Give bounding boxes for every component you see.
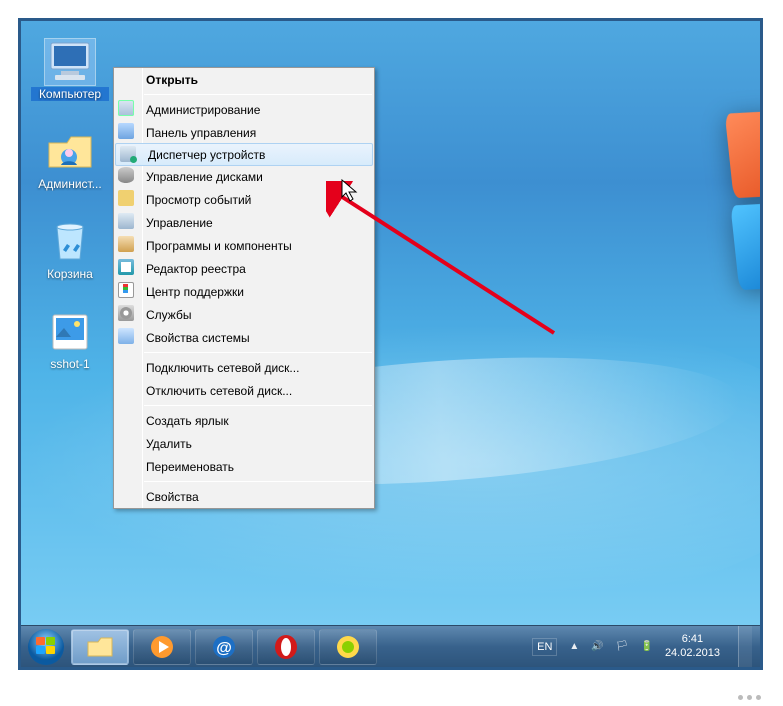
ctx-item-rename[interactable]: Переименовать	[114, 455, 374, 478]
desktop-icons: Компьютер Админист... Корзина sshot-1	[31, 39, 109, 371]
taskbar: @ EN ▲ 🔊 🏳 🔋 6:41 24.02.2013	[21, 625, 760, 667]
ctx-item-map-drive[interactable]: Подключить сетевой диск...	[114, 356, 374, 379]
menu-item-label: Управление дисками	[146, 170, 263, 184]
manage-icon	[118, 213, 136, 231]
gear-icon	[118, 305, 136, 323]
desktop-icon-sshot[interactable]: sshot-1	[31, 309, 109, 371]
ctx-item-action-center[interactable]: Центр поддержки	[114, 280, 374, 303]
menu-item-label: Диспетчер устройств	[148, 148, 265, 162]
taskbar-btn-wmplayer[interactable]	[133, 629, 191, 665]
volume-icon[interactable]: 🔊	[591, 641, 603, 652]
folder-user-icon	[45, 129, 95, 175]
menu-item-label: Отключить сетевой диск...	[146, 384, 292, 398]
menu-item-label: Переименовать	[146, 460, 234, 474]
separator	[144, 481, 372, 482]
menu-item-label: Удалить	[146, 437, 192, 451]
computer-icon	[45, 39, 95, 85]
context-menu: Открыть Администрирование Панель управле…	[113, 67, 375, 509]
recycle-bin-icon	[45, 219, 95, 265]
control-panel-icon	[118, 123, 136, 141]
desktop-icon-label: Корзина	[31, 267, 109, 281]
svg-text:@: @	[216, 640, 232, 657]
separator	[144, 94, 372, 95]
globe-icon	[335, 634, 361, 660]
ctx-item-services[interactable]: Службы	[114, 303, 374, 326]
system-tray: EN ▲ 🔊 🏳 🔋 6:41 24.02.2013	[532, 626, 760, 667]
taskbar-btn-mail[interactable]: @	[195, 629, 253, 665]
menu-item-label: Программы и компоненты	[146, 239, 292, 253]
menu-item-label: Просмотр событий	[146, 193, 251, 207]
menu-item-label: Панель управления	[146, 126, 256, 140]
desktop-wallpaper: Компьютер Админист... Корзина sshot-1 От…	[18, 18, 763, 670]
explorer-icon	[86, 635, 114, 659]
device-manager-icon	[120, 146, 138, 164]
opera-icon	[273, 634, 299, 660]
ctx-item-control-panel[interactable]: Панель управления	[114, 121, 374, 144]
ctx-item-manage[interactable]: Управление	[114, 211, 374, 234]
menu-item-label: Управление	[146, 216, 213, 230]
menu-item-label: Создать ярлык	[146, 414, 229, 428]
menu-item-label: Редактор реестра	[146, 262, 246, 276]
separator	[144, 352, 372, 353]
desktop-icon-computer[interactable]: Компьютер	[31, 39, 109, 101]
wmplayer-icon	[149, 634, 175, 660]
ctx-item-open[interactable]: Открыть	[114, 68, 374, 91]
separator	[144, 405, 372, 406]
mail-at-icon: @	[210, 634, 238, 660]
battery-icon[interactable]: 🔋	[640, 641, 652, 652]
disk-icon	[118, 167, 136, 185]
taskbar-btn-browser[interactable]	[319, 629, 377, 665]
desktop-icon-label: Компьютер	[31, 87, 109, 101]
ctx-item-unmap-drive[interactable]: Отключить сетевой диск...	[114, 379, 374, 402]
menu-item-label: Свойства	[146, 490, 199, 504]
image-file-icon	[45, 309, 95, 355]
ctx-item-system-props[interactable]: Свойства системы	[114, 326, 374, 349]
ctx-item-event-viewer[interactable]: Просмотр событий	[114, 188, 374, 211]
registry-icon	[118, 259, 136, 277]
clock-date: 24.02.2013	[665, 647, 720, 660]
flag-icon	[118, 282, 136, 300]
clock-time: 6:41	[665, 633, 720, 646]
desktop-icon-admin[interactable]: Админист...	[31, 129, 109, 191]
show-desktop-button[interactable]	[738, 626, 752, 668]
ctx-item-administration[interactable]: Администрирование	[114, 98, 374, 121]
ctx-item-device-manager[interactable]: Диспетчер устройств	[115, 143, 373, 166]
system-icon	[118, 328, 136, 346]
menu-item-label: Подключить сетевой диск...	[146, 361, 299, 375]
menu-item-label: Центр поддержки	[146, 285, 244, 299]
ctx-item-programs[interactable]: Программы и компоненты	[114, 234, 374, 257]
start-button[interactable]	[25, 626, 67, 668]
clock[interactable]: 6:41 24.02.2013	[665, 633, 720, 659]
desktop-icon-label: sshot-1	[31, 357, 109, 371]
ctx-item-create-shortcut[interactable]: Создать ярлык	[114, 409, 374, 432]
language-indicator[interactable]: EN	[532, 638, 557, 656]
menu-item-label: Свойства системы	[146, 331, 250, 345]
taskbar-btn-opera[interactable]	[257, 629, 315, 665]
menu-item-label: Администрирование	[146, 103, 260, 117]
ellipsis-decoration	[738, 695, 761, 700]
menu-item-label: Открыть	[146, 73, 198, 87]
ctx-item-delete[interactable]: Удалить	[114, 432, 374, 455]
tray-chevron-up-icon[interactable]: ▲	[569, 641, 579, 652]
admin-tools-icon	[118, 100, 136, 118]
taskbar-btn-explorer[interactable]	[71, 629, 129, 665]
network-icon[interactable]: 🏳	[616, 641, 629, 652]
ctx-item-disk-management[interactable]: Управление дисками	[114, 165, 374, 188]
ctx-item-registry[interactable]: Редактор реестра	[114, 257, 374, 280]
programs-icon	[118, 236, 136, 254]
menu-item-label: Службы	[146, 308, 191, 322]
desktop-icon-label: Админист...	[31, 177, 109, 191]
desktop-icon-recycle[interactable]: Корзина	[31, 219, 109, 281]
ctx-item-properties[interactable]: Свойства	[114, 485, 374, 508]
event-viewer-icon	[118, 190, 136, 208]
